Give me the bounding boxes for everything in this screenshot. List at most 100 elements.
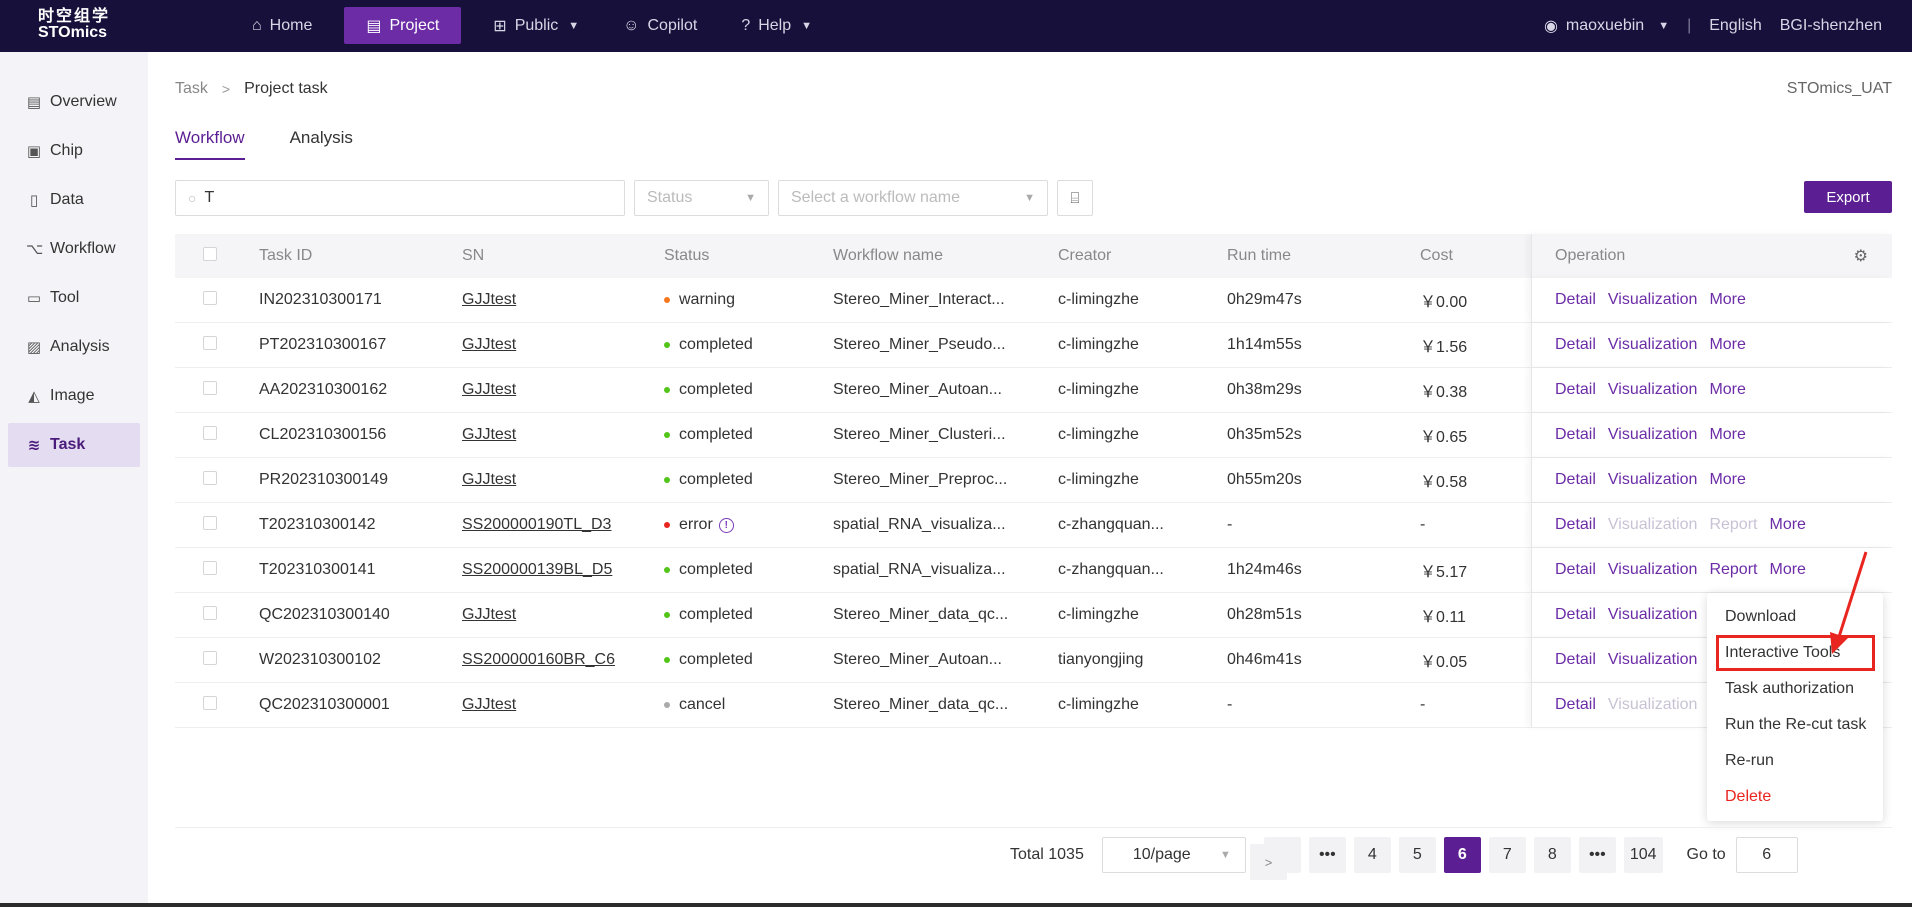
op-detail-link[interactable]: Detail	[1555, 291, 1596, 309]
stomics-logo[interactable]: 时空组学 STOmics	[38, 9, 118, 41]
op-more-link[interactable]: More	[1709, 471, 1745, 489]
row-checkbox[interactable]	[203, 695, 217, 710]
sidebar-item-chip[interactable]: ▣ Chip	[8, 129, 140, 173]
row-checkbox[interactable]	[203, 380, 217, 395]
menu-item-re-run[interactable]: Re-run	[1707, 743, 1883, 779]
user-menu[interactable]: ◉ maoxuebin ▼	[1544, 16, 1669, 36]
op-detail-link[interactable]: Detail	[1555, 471, 1596, 489]
status-text: completed	[679, 426, 753, 443]
search-input[interactable]	[204, 189, 585, 207]
sn-link[interactable]: SS200000139BL_D5	[462, 561, 612, 578]
page-button-8[interactable]: 8	[1533, 837, 1571, 873]
sidebar-item-task[interactable]: ≋ Task	[8, 423, 140, 467]
nav-copilot-label: Copilot	[647, 16, 698, 34]
bottom-bar	[0, 903, 1912, 907]
goto-page-input[interactable]	[1735, 837, 1798, 873]
op-detail-link[interactable]: Detail	[1555, 381, 1596, 399]
row-checkbox[interactable]	[203, 515, 217, 530]
op-visualization-link[interactable]: Visualization	[1608, 561, 1698, 579]
page-button-4[interactable]: 4	[1353, 837, 1391, 873]
row-checkbox[interactable]	[203, 605, 217, 620]
page-size-select[interactable]: 10/page ▼	[1101, 837, 1246, 873]
sn-link[interactable]: SS200000190TL_D3	[462, 516, 611, 533]
sn-link[interactable]: GJJtest	[462, 381, 516, 398]
nav-project[interactable]: ▤ Project	[344, 7, 462, 44]
op-more-link[interactable]: More	[1769, 516, 1805, 534]
nav-copilot[interactable]: ☺ Copilot	[611, 7, 709, 44]
tab-workflow[interactable]: Workflow	[175, 128, 245, 160]
op-detail-link[interactable]: Detail	[1555, 516, 1596, 534]
sidebar-item-image[interactable]: ◭ Image	[8, 374, 140, 418]
op-visualization-link[interactable]: Visualization	[1608, 291, 1698, 309]
menu-item-run-the-re-cut-task[interactable]: Run the Re-cut task	[1707, 707, 1883, 743]
op-visualization-link[interactable]: Visualization	[1608, 651, 1698, 669]
row-checkbox[interactable]	[203, 290, 217, 305]
menu-item-delete[interactable]: Delete	[1707, 779, 1883, 815]
op-detail-link[interactable]: Detail	[1555, 561, 1596, 579]
op-more-link[interactable]: More	[1709, 381, 1745, 399]
sn-link[interactable]: GJJtest	[462, 471, 516, 488]
task-id: IN202310300171	[259, 291, 382, 308]
gear-icon[interactable]: ⚙	[1854, 246, 1868, 266]
row-checkbox[interactable]	[203, 650, 217, 665]
info-icon[interactable]: !	[718, 517, 734, 533]
org-name[interactable]: BGI-shenzhen	[1780, 17, 1882, 35]
op-report-link[interactable]: Report	[1709, 561, 1757, 579]
sidebar-item-data[interactable]: ▯ Data	[8, 178, 140, 222]
sn-link[interactable]: SS200000160BR_C6	[462, 651, 615, 668]
op-more-link[interactable]: More	[1709, 291, 1745, 309]
sn-link[interactable]: GJJtest	[462, 291, 516, 308]
op-visualization-link[interactable]: Visualization	[1608, 471, 1698, 489]
nav-help[interactable]: ? Help ▼	[729, 7, 824, 44]
op-more-link[interactable]: More	[1709, 336, 1745, 354]
op-detail-link[interactable]: Detail	[1555, 606, 1596, 624]
sidebar-item-tool[interactable]: ▭ Tool	[8, 276, 140, 320]
select-all-checkbox[interactable]	[203, 246, 217, 261]
sn-link[interactable]: GJJtest	[462, 696, 516, 713]
nav-home[interactable]: ⌂ Home	[240, 7, 324, 44]
page-button-7[interactable]: 7	[1488, 837, 1526, 873]
page-ellipsis[interactable]: •••	[1578, 837, 1616, 873]
sidebar-item-workflow[interactable]: ⌥ Workflow	[8, 227, 140, 271]
creator: c-limingzhe	[1058, 471, 1139, 488]
op-visualization-link[interactable]: Visualization	[1608, 606, 1698, 624]
export-button[interactable]: Export	[1804, 181, 1892, 213]
menu-item-task-authorization[interactable]: Task authorization	[1707, 671, 1883, 707]
row-checkbox[interactable]	[203, 425, 217, 440]
row-checkbox[interactable]	[203, 335, 217, 350]
sidebar-item-overview[interactable]: ▤ Overview	[8, 80, 140, 124]
sidebar-item-analysis[interactable]: ▨ Analysis	[8, 325, 140, 369]
table-row: QC202310300001 GJJtest cancel Stereo_Miner_…	[175, 683, 1892, 728]
status-select[interactable]: Status ▼	[634, 180, 769, 216]
top-navigation-bar: 时空组学 STOmics ⌂ Home ▤ Project ⊞ Public ▼…	[0, 0, 1912, 52]
table-row: QC202310300140 GJJtest completed Stereo_Min…	[175, 593, 1892, 638]
op-visualization-link[interactable]: Visualization	[1608, 381, 1698, 399]
next-page-button[interactable]: >	[1250, 844, 1287, 880]
page-ellipsis[interactable]: •••	[1308, 837, 1346, 873]
sn-link[interactable]: GJJtest	[462, 426, 516, 443]
breadcrumb-task[interactable]: Task	[175, 80, 208, 98]
workflow-select[interactable]: Select a workflow name ▼	[778, 180, 1048, 216]
op-detail-link[interactable]: Detail	[1555, 336, 1596, 354]
table-header: Task ID SN Status Workflow name Creator …	[175, 234, 1892, 278]
nav-public[interactable]: ⊞ Public ▼	[481, 7, 591, 44]
op-detail-link[interactable]: Detail	[1555, 651, 1596, 669]
row-checkbox[interactable]	[203, 560, 217, 575]
sn-link[interactable]: GJJtest	[462, 336, 516, 353]
page-button-6[interactable]: 6	[1443, 837, 1481, 873]
op-detail-link[interactable]: Detail	[1555, 696, 1596, 714]
pagination-divider	[175, 827, 1892, 828]
chevron-right-icon: >	[221, 81, 231, 97]
page-button-104[interactable]: 104	[1623, 837, 1663, 873]
op-more-link[interactable]: More	[1769, 561, 1805, 579]
language-switch[interactable]: English	[1709, 17, 1761, 35]
tab-analysis[interactable]: Analysis	[290, 128, 353, 160]
op-detail-link[interactable]: Detail	[1555, 426, 1596, 444]
clear-filter-button[interactable]: ⌸	[1057, 180, 1093, 216]
row-checkbox[interactable]	[203, 470, 217, 485]
sn-link[interactable]: GJJtest	[462, 606, 516, 623]
op-visualization-link[interactable]: Visualization	[1608, 336, 1698, 354]
op-visualization-link[interactable]: Visualization	[1608, 426, 1698, 444]
page-button-5[interactable]: 5	[1398, 837, 1436, 873]
op-more-link[interactable]: More	[1709, 426, 1745, 444]
